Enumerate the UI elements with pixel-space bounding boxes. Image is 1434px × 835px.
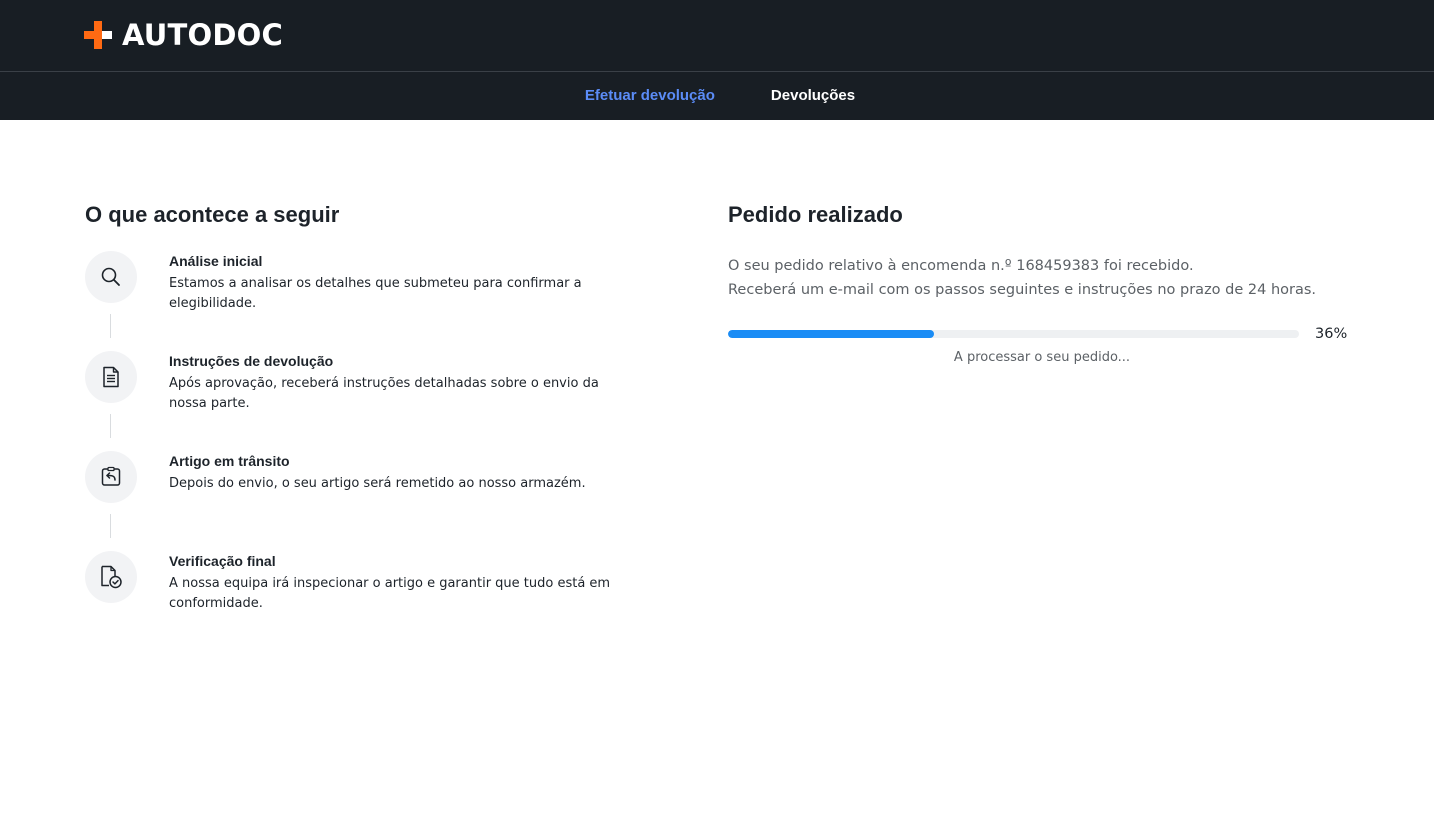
cross-icon: [84, 21, 112, 49]
progress-percent: 36%: [1315, 326, 1348, 342]
main-nav: Efetuar devolução Devoluções: [0, 72, 1434, 120]
nav-link-devolucoes[interactable]: Devoluções: [771, 86, 855, 106]
document-check-icon: [101, 565, 122, 589]
progress-row: 36%: [728, 326, 1348, 342]
step-title: Análise inicial: [169, 253, 263, 269]
next-steps-title: O que acontece a seguir: [85, 202, 340, 227]
step-title: Instruções de devolução: [169, 353, 334, 369]
step-verificacao-final: Verificação final A nossa equipa irá ins…: [85, 551, 705, 614]
order-message: O seu pedido relativo à encomenda n.º 16…: [728, 254, 1348, 302]
document-icon: [103, 366, 119, 388]
brand-name: AUTODOC: [122, 18, 283, 52]
step-connector: [110, 314, 111, 338]
progress-bar-fill: [728, 330, 934, 338]
next-steps-section: O que acontece a seguir Análise inicial …: [85, 202, 705, 614]
step-icon-circle: [85, 451, 137, 503]
step-instrucoes-devolucao: Instruções de devolução Após aprovação, …: [85, 351, 705, 451]
step-icon-circle: [85, 251, 137, 303]
order-message-line-2: Receberá um e-mail com os passos seguint…: [728, 282, 1317, 298]
order-status-title: Pedido realizado: [728, 202, 903, 227]
return-package-icon: [101, 466, 121, 486]
step-text: Verificação final A nossa equipa irá ins…: [169, 551, 705, 614]
progress-status-text: A processar o seu pedido...: [953, 350, 1131, 365]
step-description: Estamos a analisar os detalhes que subme…: [169, 276, 582, 311]
brand-bar: AUTODOC: [0, 0, 1434, 72]
step-icon-circle: [85, 351, 137, 403]
step-title: Verificação final: [169, 553, 276, 569]
autodoc-logo[interactable]: AUTODOC: [84, 18, 283, 52]
step-text: Análise inicial Estamos a analisar os de…: [169, 251, 705, 314]
step-title: Artigo em trânsito: [169, 453, 290, 469]
main-content: O que acontece a seguir Análise inicial …: [0, 120, 1434, 835]
step-analise-inicial: Análise inicial Estamos a analisar os de…: [85, 251, 705, 351]
progress-bar: [728, 330, 1299, 338]
site-header: AUTODOC Efetuar devolução Devoluções: [0, 0, 1434, 120]
step-connector: [110, 514, 111, 538]
nav-link-efetuar-devolucao[interactable]: Efetuar devolução: [585, 86, 715, 106]
step-icon-circle: [85, 551, 137, 603]
step-text: Instruções de devolução Após aprovação, …: [169, 351, 705, 414]
order-status-section: Pedido realizado O seu pedido relativo à…: [728, 202, 1348, 365]
steps-list: Análise inicial Estamos a analisar os de…: [85, 251, 705, 614]
step-artigo-em-transito: Artigo em trânsito Depois do envio, o se…: [85, 451, 705, 551]
step-description: Depois do envio, o seu artigo será remet…: [169, 476, 586, 491]
step-connector: [110, 414, 111, 438]
search-icon: [101, 267, 120, 286]
order-message-line-1: O seu pedido relativo à encomenda n.º 16…: [728, 258, 1194, 274]
step-text: Artigo em trânsito Depois do envio, o se…: [169, 451, 705, 494]
step-description: Após aprovação, receberá instruções deta…: [169, 376, 599, 411]
step-description: A nossa equipa irá inspecionar o artigo …: [169, 576, 611, 611]
